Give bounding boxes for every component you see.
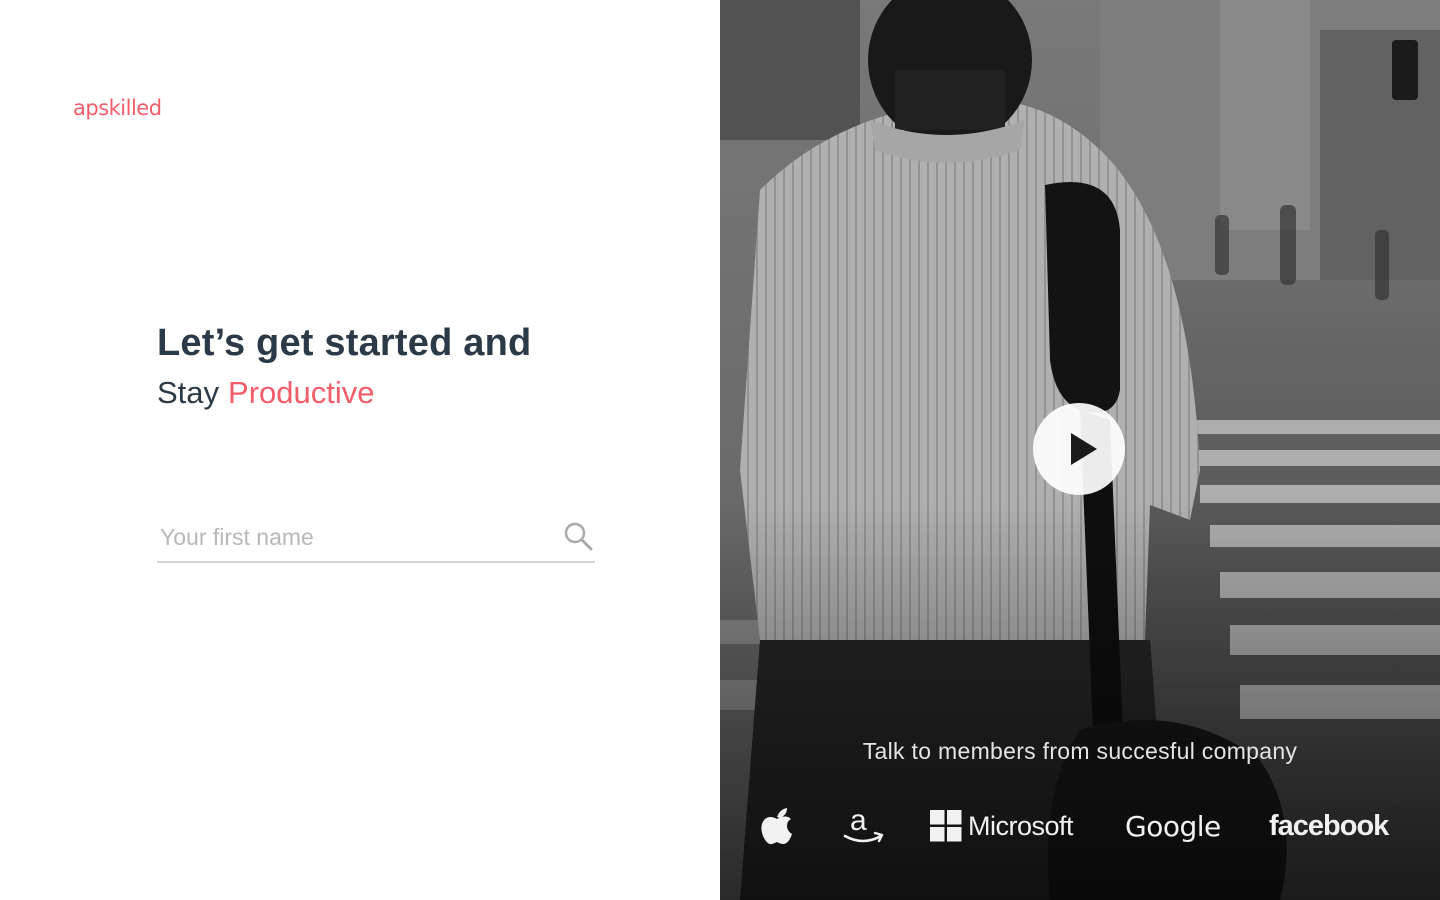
play-video-button[interactable] xyxy=(1033,403,1125,495)
company-tagline: Talk to members from succesful company xyxy=(862,738,1298,764)
video-panel: Talk to members from succesful company a… xyxy=(720,0,1440,900)
search-icon[interactable] xyxy=(563,521,595,553)
svg-text:a: a xyxy=(850,804,867,837)
first-name-field xyxy=(157,515,595,563)
subtitle-prefix: Stay xyxy=(157,375,220,410)
google-logo-icon: Google xyxy=(1125,809,1221,843)
page-subtitle: Stay Productive xyxy=(157,375,375,411)
brand-logo[interactable]: apskilled xyxy=(73,96,162,120)
play-icon xyxy=(1071,433,1097,465)
facebook-logo-icon: facebook xyxy=(1269,809,1389,842)
first-name-input[interactable] xyxy=(160,517,550,557)
apple-logo-icon xyxy=(760,804,794,848)
subtitle-accent: Productive xyxy=(228,375,375,410)
microsoft-logo-icon: Microsoft xyxy=(930,804,1074,848)
page-title: Let’s get started and xyxy=(157,322,532,364)
amazon-logo-icon: a xyxy=(841,804,885,848)
signup-panel: apskilled Let’s get started and Stay Prod… xyxy=(0,0,720,900)
